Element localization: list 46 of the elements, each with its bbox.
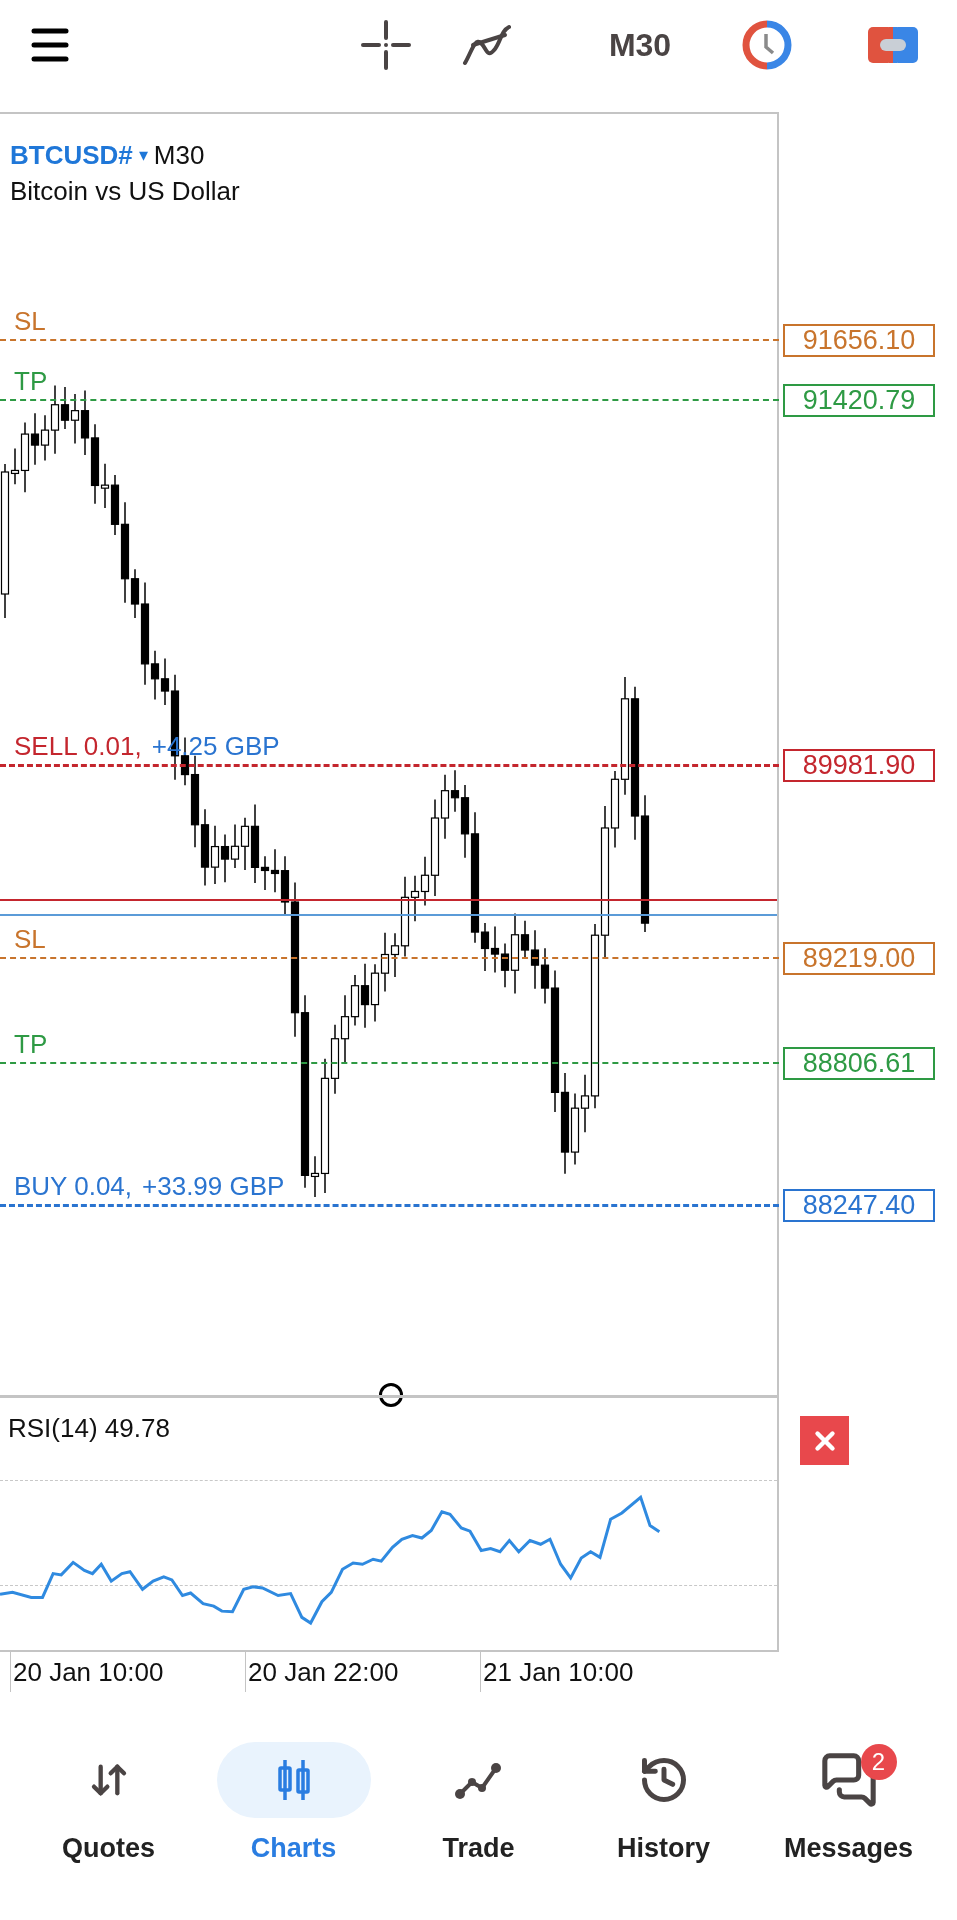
nav-tab[interactable]: Trade [386, 1742, 571, 1869]
notification-badge: 2 [860, 1744, 897, 1780]
nav-tab[interactable]: 2 Messages [756, 1742, 941, 1869]
candle [80, 389, 90, 456]
candle [490, 925, 500, 974]
candle [380, 932, 390, 993]
candle [230, 823, 240, 869]
time-label: 20 Jan 10:00 [13, 1657, 164, 1687]
nav-tab[interactable]: Quotes [16, 1742, 201, 1869]
price-label: 88806.61 [783, 1047, 935, 1081]
price-label: 89981.90 [783, 748, 935, 782]
order-label: SELL 0.01, [14, 730, 142, 761]
candle [270, 848, 280, 894]
clock-icon [742, 20, 792, 70]
price-label: 91656.10 [783, 324, 935, 357]
crosshair-icon [361, 20, 411, 70]
line-chart-icon [453, 1760, 504, 1800]
candle [70, 393, 80, 445]
symbol-caret[interactable]: ▾ [138, 142, 148, 169]
candle [210, 825, 220, 885]
order-label: TP [14, 365, 48, 396]
toggle-icon [868, 27, 918, 63]
candle [220, 833, 230, 883]
curve-icon [461, 23, 513, 67]
order-profit: +33.99 GBP [142, 1171, 285, 1201]
timeframe-button[interactable]: M30 [600, 15, 680, 75]
order-label: BUY 0.04, [14, 1171, 133, 1201]
time-label: 21 Jan 10:00 [483, 1657, 634, 1687]
symbol-name[interactable]: BTCUSD# [10, 136, 133, 175]
price-label: 88247.40 [783, 1189, 935, 1222]
candle [370, 963, 380, 1023]
time-label: 20 Jan 22:00 [248, 1657, 399, 1687]
order-label: SL [14, 306, 46, 336]
indicator-label: RSI(14) 49.78 [8, 1412, 170, 1445]
order-label: SL [14, 924, 46, 955]
candle [340, 994, 350, 1064]
candle [350, 974, 360, 1027]
candle [30, 412, 40, 466]
symbol-description: Bitcoin vs US Dollar [10, 175, 240, 208]
price-label: 89219.00 [783, 942, 935, 976]
candle [360, 963, 370, 1029]
chart-timeframe: M30 [153, 139, 205, 172]
nav-tab[interactable]: History [571, 1742, 756, 1869]
close-indicator-button[interactable] [800, 1416, 849, 1465]
price-label: 91420.79 [783, 383, 935, 417]
order-label: TP [14, 1029, 48, 1060]
